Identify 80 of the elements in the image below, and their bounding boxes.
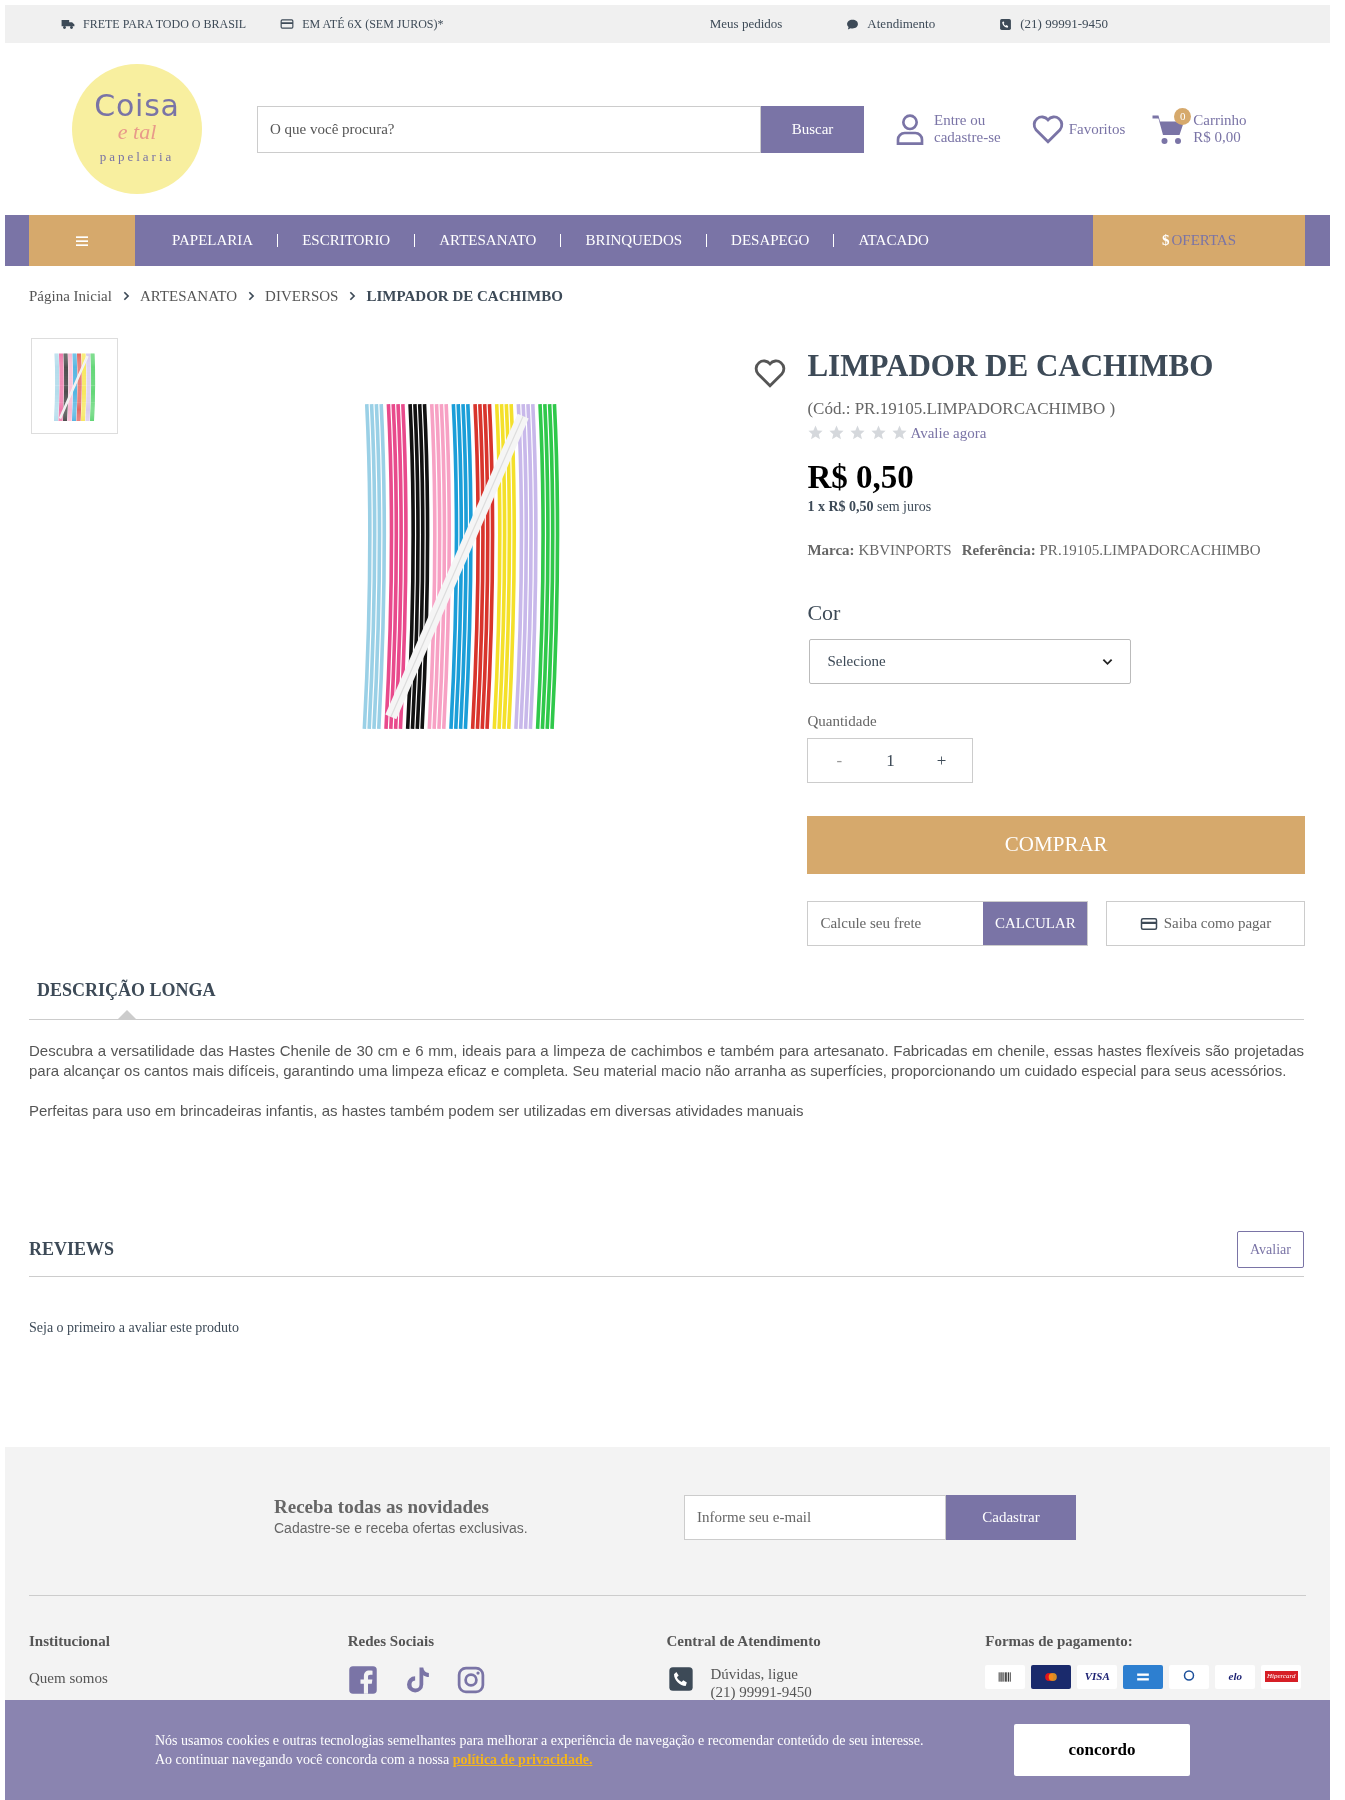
brand-text: Marca: KBVINPORTS — [807, 541, 952, 560]
chevron-icon — [246, 291, 257, 301]
product-title: LIMPADOR DE CACHIMBO — [807, 348, 1215, 384]
review-button[interactable]: Avaliar — [1237, 1231, 1304, 1268]
quantity-value: 1 — [886, 749, 895, 772]
star-icon — [891, 424, 909, 442]
description-tab[interactable]: DESCRIÇÃO LONGA — [29, 973, 1304, 1004]
nav-link[interactable]: BRINQUEDOS — [585, 229, 683, 252]
payment-logo: VISA — [1077, 1664, 1118, 1689]
footer-link[interactable]: Quem somos — [29, 1666, 348, 1689]
star-icon — [849, 424, 867, 442]
breadcrumb-link[interactable]: LIMPADOR DE CACHIMBO — [366, 284, 563, 308]
phone-icon — [666, 1664, 695, 1693]
footer-heading: Formas de pagamento: — [985, 1632, 1134, 1651]
user-icon — [894, 111, 926, 147]
description-paragraph: Perfeitas para uso em brincadeiras infantis, as hastes também podem ser utilizadas em diversas atividades manuais — [29, 1101, 805, 1121]
email-field[interactable]: Informe seu e-mail — [684, 1495, 946, 1540]
promo-text: EM ATÉ 6X (SEM JUROS)* — [302, 16, 444, 33]
nav-link[interactable]: ESCRITORIO — [302, 229, 391, 252]
calculate-button[interactable]: CALCULAR — [983, 902, 1088, 945]
account-link[interactable]: Entre ou cadastre-se — [934, 112, 1001, 146]
decrement-button[interactable]: - — [824, 747, 855, 774]
newsletter-subtitle: Cadastre-se e receba ofertas exclusivas. — [274, 1519, 529, 1538]
reference-text: Referência: PR.19105.LIMPADORCACHIMBO — [961, 541, 1261, 560]
logo[interactable]: Coisa e tal papelaria — [72, 64, 202, 194]
search-button[interactable]: Buscar — [761, 105, 864, 153]
promo-text: FRETE PARA TODO O BRASIL — [83, 16, 247, 33]
logo-text: Coisa — [94, 91, 180, 122]
support-text: Dúvidas, ligue — [710, 1664, 799, 1683]
star-icon — [870, 424, 888, 442]
cart-total: R$ 0,00 — [1193, 129, 1242, 146]
accept-cookies-button[interactable]: concordo — [1014, 1724, 1190, 1776]
support-text: (21) 99991-9450 — [710, 1682, 812, 1701]
newsletter-title: Receba todas as novidades — [274, 1496, 490, 1518]
breadcrumb-link[interactable]: DIVERSOS — [265, 284, 339, 308]
facebook-icon[interactable] — [347, 1664, 378, 1695]
nav-link[interactable]: ATACADO — [858, 229, 929, 252]
nav-link[interactable]: DESAPEGO — [731, 229, 810, 252]
cookie-text: Nós usamos cookies e outras tecnologias semelhantes para melhorar a experiência de navegação e recomendar conteúdo de seu interesse. Ao continuar navegando você concorda com a nossa política de privacidade. — [155, 1732, 925, 1769]
logo-text: e tal — [117, 121, 157, 144]
product-code: (Cód.: PR.19105.LIMPADORCACHIMBO ) — [807, 398, 1117, 420]
shipping-field[interactable]: Calcule seu frete CALCULAR — [807, 901, 1089, 946]
chat-icon — [846, 17, 860, 31]
product-price: R$ 0,50 — [807, 458, 915, 496]
quantity-stepper[interactable]: - 1 + — [807, 738, 974, 783]
breadcrumb-link[interactable]: Página Inicial — [29, 284, 112, 308]
empty-reviews-text: Seja o primeiro a avaliar este produto — [29, 1319, 240, 1337]
star-icon — [828, 424, 846, 442]
footer-heading: Central de Atendimento — [666, 1632, 822, 1651]
breadcrumb-link[interactable]: ARTESANATO — [139, 284, 238, 308]
logo-text: papelaria — [99, 148, 175, 167]
increment-button[interactable]: + — [926, 747, 957, 774]
cart-count-badge: 0 — [1174, 108, 1192, 125]
color-select[interactable]: Selecione — [809, 638, 1132, 684]
nav-link[interactable]: ARTESANATO — [439, 229, 537, 252]
quantity-label: Quantidade — [807, 711, 878, 731]
truck-icon — [61, 17, 75, 31]
rate-link[interactable]: Avalie agora — [910, 421, 987, 444]
payment-info-button[interactable]: Saiba como pagar — [1106, 901, 1305, 946]
instagram-icon[interactable] — [455, 1664, 486, 1695]
phone-icon — [999, 17, 1013, 31]
star-icon — [807, 424, 825, 442]
chevron-icon — [347, 291, 358, 301]
reviews-title: REVIEWS — [29, 1238, 115, 1261]
cart-label[interactable]: Carrinho — [1193, 112, 1247, 129]
thumbnail[interactable] — [31, 338, 118, 434]
nav-link[interactable]: PAPELARIA — [172, 229, 254, 252]
footer-heading: Institucional — [29, 1632, 111, 1651]
footer-heading: Redes Sociais — [347, 1632, 435, 1651]
search-field[interactable]: O que você procura? — [257, 105, 761, 153]
top-link[interactable]: Atendimento — [867, 14, 936, 34]
credit-card-icon — [280, 17, 295, 31]
description-paragraph: Descubra a versatilidade das Hastes Chenile de 30 cm e 6 mm, ideais para a limpeza de cachimbos e também para artesanato. Fabricadas em chenile, essas hastes flexíveis são projetadas para alcançar os cantos mais difíceis, garantindo uma limpeza eficaz e completa. Seu material macio não arranha as superfícies, proporcionando um cuidado especial para seus acessórios. — [29, 1041, 1304, 1081]
payment-logo: elo — [1215, 1664, 1256, 1689]
option-label: Cor — [807, 598, 842, 627]
installments-text: 1 x R$ 0,50 sem juros — [807, 498, 933, 516]
top-link[interactable]: Meus pedidos — [709, 14, 783, 34]
subscribe-button[interactable]: Cadastrar — [946, 1495, 1076, 1540]
favorites-link[interactable]: Favoritos — [1068, 117, 1126, 141]
top-link[interactable]: (21) 99991-9450 — [1020, 14, 1108, 34]
